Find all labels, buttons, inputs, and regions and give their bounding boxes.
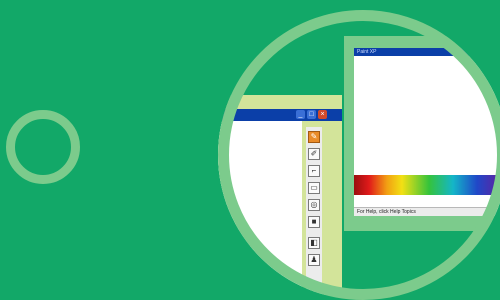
decorative-ring — [6, 110, 80, 184]
ellipse-tool-button[interactable]: ◎ — [308, 199, 320, 211]
rectangle-icon: ▭ — [310, 183, 318, 192]
status-bar: For Help, click Help Topics — [354, 207, 500, 216]
line-icon: ⌐ — [311, 166, 317, 175]
window-titlebar: _ □ × — [218, 109, 342, 121]
pencil-icon: ✎ — [310, 132, 318, 141]
bucket-icon: ◧ — [310, 238, 318, 247]
close-button[interactable]: × — [318, 110, 327, 119]
maximize-button[interactable]: □ — [307, 110, 316, 119]
color-spectrum[interactable] — [354, 175, 500, 195]
line-tool-button[interactable]: ⌐ — [308, 165, 320, 177]
bucket-tool-button[interactable]: ◧ — [308, 237, 320, 249]
drawing-canvas[interactable] — [218, 121, 302, 300]
toolbox: ✎ ✐ ⌐ ▭ ◎ ■ ◧ ♟ — [306, 127, 322, 300]
rectangle-tool-button[interactable]: ▭ — [308, 182, 320, 194]
paint-window-right: Paint XP For Help, click Help Topics — [354, 48, 500, 216]
brush-tool-button[interactable]: ✐ — [308, 148, 320, 160]
magnifier-lens: _ □ × ✎ ✐ ⌐ ▭ ◎ ■ ◧ ♟ Paint XP For Help,… — [218, 10, 500, 300]
fill-tool-button[interactable]: ■ — [308, 216, 320, 228]
pencil-tool-button[interactable]: ✎ — [308, 131, 320, 143]
paint-window-left: _ □ × ✎ ✐ ⌐ ▭ ◎ ■ ◧ ♟ — [218, 95, 342, 300]
stamp-tool-button[interactable]: ♟ — [308, 254, 320, 266]
fill-icon: ■ — [311, 217, 317, 226]
ellipse-icon: ◎ — [310, 200, 318, 209]
stamp-icon: ♟ — [310, 255, 318, 264]
window-title: Paint XP — [354, 48, 500, 56]
minimize-button[interactable]: _ — [296, 110, 305, 119]
brush-icon: ✐ — [310, 149, 318, 158]
